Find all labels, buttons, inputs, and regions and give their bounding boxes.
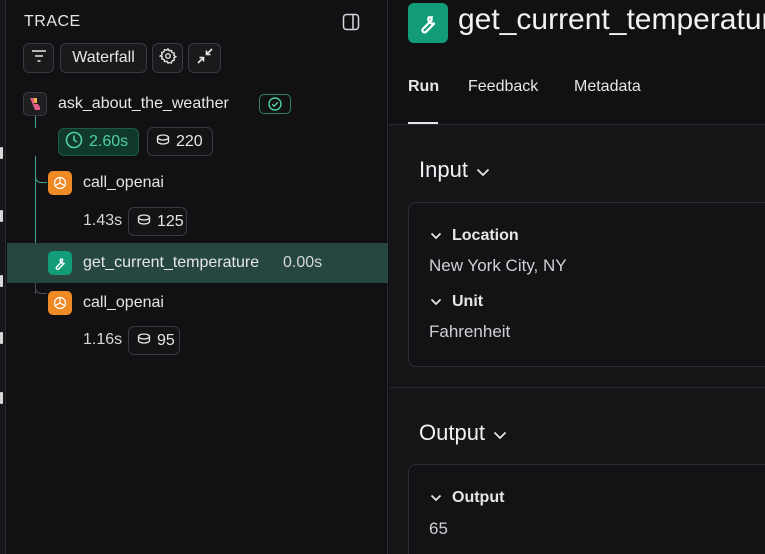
- view-mode-select[interactable]: Waterfall: [60, 43, 147, 73]
- openai-icon: [48, 291, 72, 315]
- latency-text: 1.16s: [83, 331, 123, 348]
- latency-text: 0.00s: [283, 254, 323, 271]
- tokens-count: 125: [157, 212, 184, 230]
- collapse-button[interactable]: [188, 43, 221, 73]
- field-label-output: Output: [452, 489, 505, 506]
- trace-node-call-openai-1[interactable]: call_openai: [83, 174, 164, 192]
- view-mode-label: Waterfall: [72, 49, 135, 66]
- sidebar-toggle-icon[interactable]: [342, 13, 360, 31]
- trace-node-call-openai-2[interactable]: call_openai: [83, 294, 164, 312]
- tree-connector: [35, 173, 47, 183]
- output-card: [408, 464, 765, 554]
- wrench-icon: [48, 251, 72, 275]
- tokens-icon: [137, 332, 151, 350]
- tokens-chip: 125: [128, 207, 187, 236]
- success-badge: [259, 94, 291, 114]
- input-heading: Input: [419, 157, 468, 182]
- tree-connector: [35, 284, 47, 294]
- openai-icon: [48, 171, 72, 195]
- field-toggle-unit[interactable]: Unit: [430, 293, 484, 311]
- tab-feedback[interactable]: Feedback: [468, 78, 538, 96]
- trace-panel: TRACE Waterfall ask_about_the_weather 2.…: [7, 0, 388, 554]
- chevron-down-icon: [430, 293, 442, 311]
- run-title: get_current_temperature: [458, 3, 765, 36]
- tree-connector: [35, 116, 36, 128]
- collapse-icon: [196, 47, 213, 69]
- latency-text: 1.43s: [83, 212, 123, 229]
- output-section-toggle[interactable]: Output: [419, 420, 507, 446]
- run-detail-panel: get_current_temperature Run Feedback Met…: [389, 0, 765, 554]
- chain-icon: [23, 92, 47, 116]
- wrench-icon: [408, 3, 448, 43]
- chevron-down-icon: [430, 227, 442, 245]
- tab-run[interactable]: Run: [408, 78, 439, 96]
- tab-metadata[interactable]: Metadata: [574, 78, 641, 96]
- root-latency: 2.60s: [89, 133, 129, 150]
- root-tokens-chip: 220: [147, 127, 213, 156]
- tokens-icon: [137, 213, 151, 231]
- input-section-toggle[interactable]: Input: [419, 157, 490, 183]
- chevron-down-icon: [476, 157, 490, 183]
- chevron-down-icon: [430, 489, 442, 507]
- field-label-unit: Unit: [452, 293, 484, 310]
- trace-node-root[interactable]: ask_about_the_weather: [58, 95, 229, 113]
- edge-strip: [0, 0, 6, 554]
- gear-icon: [158, 47, 177, 70]
- root-tokens: 220: [176, 132, 203, 150]
- trace-node-get-current-temperature[interactable]: get_current_temperature: [83, 254, 259, 272]
- tokens-count: 95: [157, 331, 175, 349]
- field-toggle-location[interactable]: Location: [430, 227, 519, 245]
- field-label-location: Location: [452, 227, 519, 244]
- filter-button[interactable]: [23, 43, 54, 73]
- trace-title: TRACE: [24, 13, 81, 30]
- chevron-down-icon: [493, 420, 507, 446]
- root-latency-chip: 2.60s: [58, 128, 139, 156]
- filter-icon: [31, 49, 47, 68]
- clock-icon: [65, 131, 83, 154]
- settings-button[interactable]: [152, 43, 183, 73]
- field-value-location: New York City, NY: [429, 256, 567, 275]
- tokens-chip: 95: [128, 326, 180, 355]
- field-value-unit: Fahrenheit: [429, 322, 511, 341]
- field-value-output: 65: [429, 519, 448, 538]
- field-toggle-output[interactable]: Output: [430, 489, 505, 507]
- tokens-icon: [156, 133, 170, 151]
- output-heading: Output: [419, 420, 486, 445]
